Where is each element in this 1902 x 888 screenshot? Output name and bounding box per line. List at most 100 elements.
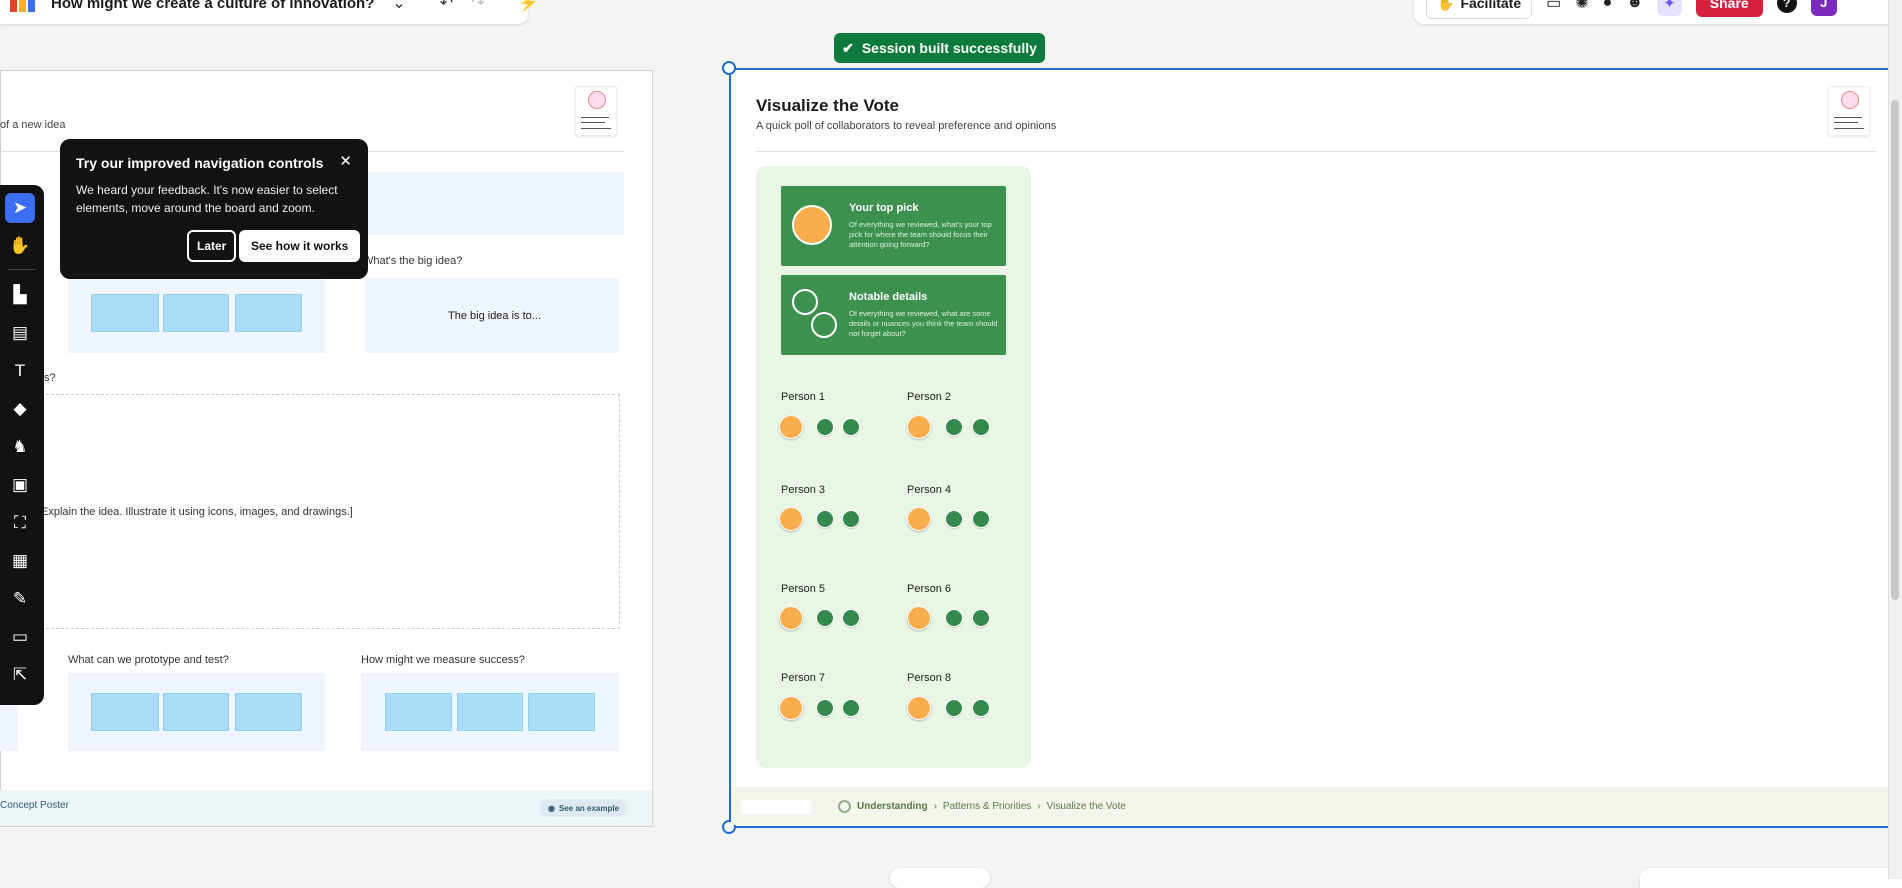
sticky-note[interactable] — [163, 294, 229, 332]
vote-dot-orange[interactable] — [779, 696, 803, 720]
footer-label[interactable]: Concept Poster — [0, 800, 69, 811]
vote-dot-orange[interactable] — [907, 415, 931, 439]
facilitate-label: Facilitate — [1460, 0, 1522, 11]
vote-dot-green[interactable] — [945, 418, 963, 436]
timer-icon[interactable]: ▭ — [1546, 0, 1561, 13]
share-button[interactable]: Share — [1695, 0, 1763, 17]
breadcrumb-item[interactable]: Understanding — [857, 801, 928, 812]
tooltip-body: We heard your feedback. It's now easier … — [76, 183, 338, 215]
shapes-icon[interactable]: ◆ — [5, 394, 35, 424]
close-icon[interactable]: ✕ — [339, 152, 352, 170]
pen-icon[interactable]: ✎ — [5, 584, 35, 614]
vote-dot-green[interactable] — [972, 609, 990, 627]
help-icon[interactable]: ? — [1776, 0, 1797, 13]
breadcrumb: Understanding › Patterns & Priorities › … — [838, 800, 1126, 813]
vote-dot-green[interactable] — [972, 510, 990, 528]
top-pick-card[interactable]: Your top pick Of everything we reviewed,… — [781, 186, 1006, 266]
text-icon[interactable]: T — [5, 356, 35, 386]
mural-logo-icon[interactable] — [10, 0, 35, 12]
vote-dot-green[interactable] — [816, 609, 834, 627]
image-icon[interactable]: ▣ — [5, 470, 35, 500]
table-icon[interactable]: ▦ — [5, 546, 35, 576]
top-bar-right: ✋ Facilitate ▭ ✺ ● ☻ ✦ Share ? J — [1414, 0, 1902, 24]
zoom-controls[interactable] — [1640, 868, 1902, 888]
person-name: Person 8 — [907, 672, 952, 684]
vote-dot-green[interactable] — [842, 699, 860, 717]
frame-title: Visualize the Vote — [756, 96, 899, 115]
celebrate-icon[interactable]: ✺ — [1575, 0, 1588, 13]
vote-dot-orange[interactable] — [907, 696, 931, 720]
vote-dot-orange[interactable] — [779, 507, 803, 531]
sticky-note[interactable] — [163, 693, 229, 731]
sticky-note[interactable] — [235, 294, 302, 332]
person-name: Person 3 — [781, 484, 826, 496]
templates-icon[interactable]: ▙ — [5, 280, 35, 310]
vote-dot-orange[interactable] — [907, 507, 931, 531]
vote-dot-green[interactable] — [816, 699, 834, 717]
bottom-toolbar[interactable] — [890, 868, 990, 888]
tooltip-title: Try our improved navigation controls — [76, 155, 324, 171]
resize-handle[interactable] — [722, 61, 736, 75]
left-toolbar: ➤ ✋ ▙ ▤ T ◆ ♞ ▣ ⛶ ▦ ✎ ▭ ⇱ — [0, 185, 44, 705]
person-name: Person 7 — [781, 672, 826, 684]
undo-icon[interactable]: ↶ — [440, 0, 453, 13]
sticky-note[interactable] — [91, 294, 159, 332]
see-example-label: See an example — [558, 803, 620, 813]
vote-dot-green[interactable] — [842, 609, 860, 627]
facilitate-icon: ✋ — [1437, 0, 1455, 11]
vote-dot-green[interactable] — [816, 510, 834, 528]
vote-dot-green[interactable] — [842, 510, 860, 528]
question-prototype: What can we prototype and test? — [68, 654, 229, 666]
sticky-note[interactable] — [91, 693, 159, 731]
user-icon[interactable]: ☻ — [1626, 0, 1643, 12]
board-title[interactable]: How might we create a culture of innovat… — [51, 0, 374, 12]
hand-tool-icon[interactable]: ✋ — [5, 231, 35, 261]
question-big-idea: What's the big idea? — [363, 255, 463, 267]
sticky-note[interactable] — [235, 693, 302, 731]
ai-sparkle-icon[interactable]: ✦ — [1657, 0, 1682, 16]
success-toast: ✔ Session built successfully — [834, 33, 1045, 63]
chevron-down-icon[interactable]: ⌄ — [392, 0, 405, 13]
person-name: Person 4 — [907, 484, 952, 496]
breadcrumb-item[interactable]: Patterns & Priorities — [943, 801, 1031, 812]
vote-dot-green[interactable] — [842, 418, 860, 436]
card-body: Of everything we reviewed, what are some… — [849, 309, 998, 338]
chevron-right-icon: › — [1037, 801, 1041, 812]
avatar[interactable]: J — [1810, 0, 1837, 16]
vote-dot-orange[interactable] — [907, 606, 931, 630]
export-icon[interactable]: ⇱ — [5, 660, 35, 690]
see-example-button[interactable]: ◉ See an example — [540, 799, 628, 817]
notable-details-card[interactable]: Notable details Of everything we reviewe… — [781, 275, 1006, 355]
vote-dot-orange[interactable] — [779, 415, 803, 439]
redo-icon[interactable]: ↷ — [471, 0, 484, 13]
facilitate-button[interactable]: ✋ Facilitate — [1426, 0, 1533, 19]
question-measure: How might we measure success? — [361, 654, 525, 666]
diagram-icon[interactable]: ⛶ — [5, 508, 35, 538]
check-icon: ✔ — [842, 39, 854, 56]
breadcrumb-item[interactable]: Visualize the Vote — [1047, 801, 1126, 812]
vote-dot-green[interactable] — [945, 609, 963, 627]
vote-dot-green[interactable] — [945, 699, 963, 717]
lightning-icon[interactable]: ⚡ — [519, 0, 539, 13]
see-how-it-works-button[interactable]: See how it works — [239, 230, 361, 262]
chat-icon[interactable]: ● — [1603, 0, 1613, 12]
vote-dot-green[interactable] — [972, 699, 990, 717]
icons-llama-icon[interactable]: ♞ — [5, 432, 35, 462]
vote-dot-green[interactable] — [945, 510, 963, 528]
divider — [756, 151, 1876, 152]
sticky-note[interactable] — [385, 693, 452, 731]
vote-dot-green[interactable] — [972, 418, 990, 436]
vote-dot-orange[interactable] — [779, 606, 803, 630]
scrollbar-thumb[interactable] — [1891, 100, 1899, 600]
archive-icon[interactable]: ▭ — [5, 622, 35, 652]
eye-icon: ◉ — [548, 803, 555, 813]
sticky-note[interactable] — [457, 693, 523, 731]
sticky-note-icon[interactable]: ▤ — [5, 318, 35, 348]
vote-dot-green[interactable] — [816, 418, 834, 436]
select-tool-icon[interactable]: ➤ — [5, 193, 35, 223]
sticky-note[interactable] — [528, 693, 595, 731]
idea-name-box[interactable] — [360, 172, 624, 235]
later-button[interactable]: Later — [187, 230, 237, 262]
navigation-tooltip: Try our improved navigation controls We … — [60, 139, 368, 279]
big-idea-text: The big idea is to... — [448, 310, 541, 322]
